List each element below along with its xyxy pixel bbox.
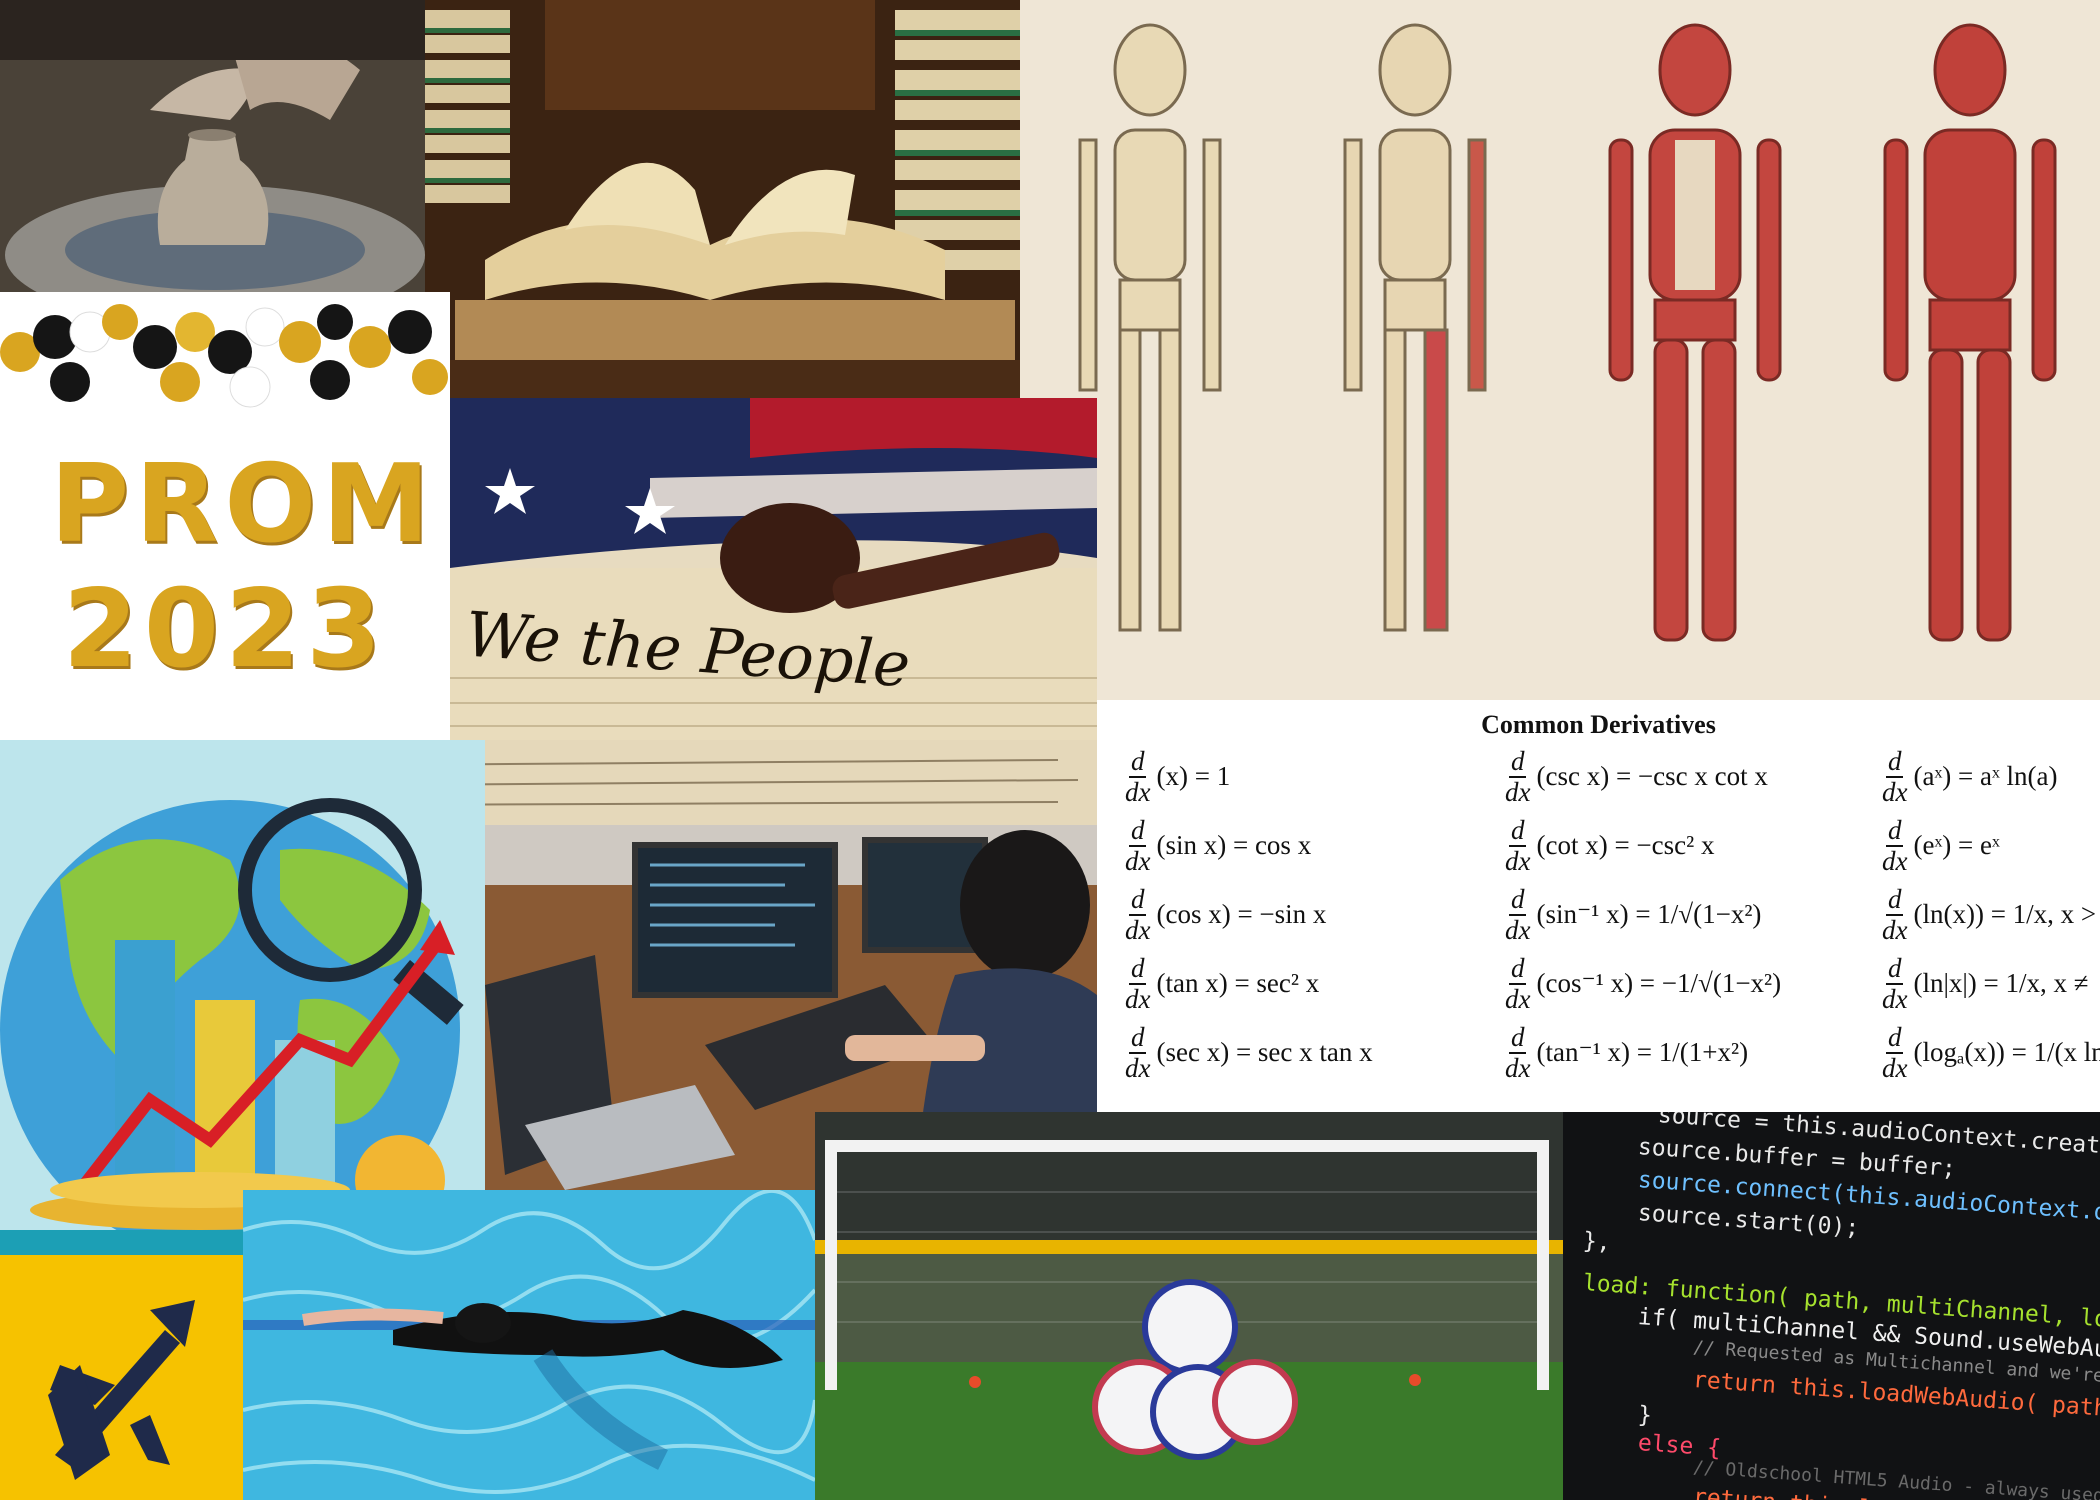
derivatives-column-1: d dx (x) = 1 d dx (sin x) = cos x d dx (cos x)… — [1125, 742, 1373, 1087]
anatomy-chart — [1020, 0, 2100, 700]
prom-year: 2023 — [62, 567, 388, 692]
code-line: else { — [1637, 1430, 1722, 1462]
derivative-row: d dx (cos⁻¹ x) = −1/√(1−x²) — [1505, 953, 1782, 1014]
derivative-row: d dx (sin x) = cos x — [1125, 815, 1312, 876]
code-line: } — [1637, 1402, 1653, 1429]
derivative-row: d dx (cos x) = −sin x — [1125, 884, 1327, 945]
books-photo — [425, 0, 1020, 398]
derivative-row: d dx (csc x) = −csc x cot x — [1505, 746, 1768, 807]
derivative-row: d dx (x) = 1 — [1125, 746, 1231, 807]
derivative-row: d dx (ln(x)) = 1/x, x > — [1882, 884, 2097, 945]
derivative-row: ddx(logₐ(x)) = 1/(x ln a — [1882, 1022, 2100, 1083]
swimmer-photo — [243, 1190, 815, 1500]
constitution-gavel-photo: We the People — [450, 398, 1097, 740]
derivatives-title: Common Derivatives — [1481, 710, 1716, 739]
prom-text: PROM — [50, 442, 436, 567]
globe-economy-illustration — [0, 740, 485, 1255]
trident-logo — [0, 1255, 243, 1500]
pottery-photo — [0, 0, 425, 292]
derivative-row: d dx (aˣ) = aˣ ln(a) — [1882, 746, 2058, 807]
soccer-photo — [815, 1112, 1563, 1500]
derivative-row: d dx (tan x) = sec² x — [1125, 953, 1320, 1014]
derivative-row: d dx (eˣ) = eˣ — [1882, 815, 2000, 876]
prom-graphic: PROM 2023 — [0, 292, 450, 740]
derivative-row: d dx (ln|x|) = 1/x, x ≠ — [1882, 953, 2089, 1014]
derivatives-column-2: d dx (csc x) = −csc x cot x d dx (cot x) = −… — [1505, 742, 1781, 1087]
derivative-row: d dx (sin⁻¹ x) = 1/√(1−x²) — [1505, 884, 1762, 945]
derivatives-column-3: d dx (aˣ) = aˣ ln(a) d dx (eˣ) = eˣ d dx (ln(x… — [1882, 742, 2100, 1087]
derivative-row: d dx (sec x) = sec x tan x — [1125, 1022, 1373, 1083]
code-line: }, — [1582, 1228, 1612, 1256]
derivatives-table: Common Derivatives d dx (x) = 1 d dx (sin x)… — [1097, 700, 2100, 1112]
derivative-row: d dx (cot x) = −csc² x — [1505, 815, 1715, 876]
derivative-row: d dx (tan⁻¹ x) = 1/(1+x²) — [1505, 1022, 1749, 1083]
code-screen-photo: source = this.audioContext.createBuffer … — [1563, 1112, 2100, 1500]
